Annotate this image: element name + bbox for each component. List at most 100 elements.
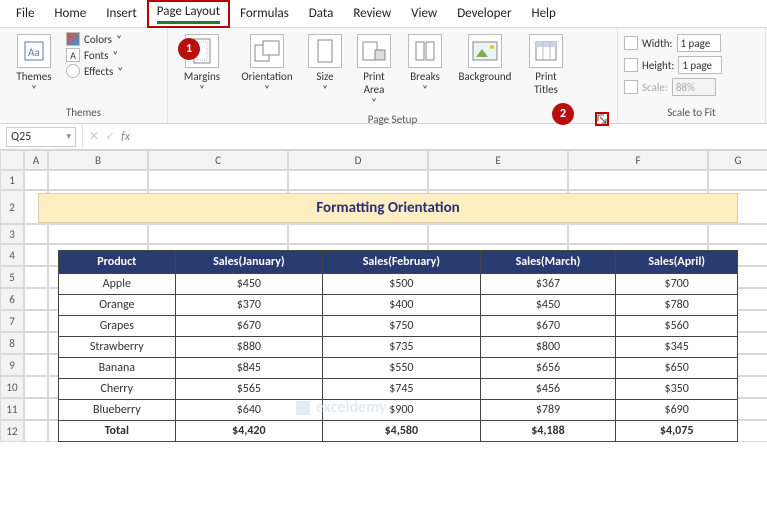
size-button[interactable]: Size˅ <box>304 32 346 98</box>
table-cell: $670 <box>175 316 323 337</box>
table-cell: $4,075 <box>616 421 738 442</box>
col-header[interactable]: F <box>568 150 708 170</box>
row-header[interactable]: 4 <box>0 244 24 266</box>
ribbon: 1 Aa Themes˅ Colors ˅ AFonts ˅ Effects ˅… <box>0 28 767 124</box>
breaks-icon <box>408 34 442 68</box>
tab-developer[interactable]: Developer <box>447 2 521 25</box>
tab-home[interactable]: Home <box>44 2 96 25</box>
cell[interactable] <box>568 170 708 190</box>
tab-help[interactable]: Help <box>521 2 565 25</box>
cell[interactable] <box>24 266 48 288</box>
cell[interactable] <box>24 332 48 354</box>
row-header[interactable]: 11 <box>0 398 24 420</box>
col-header[interactable]: D <box>288 150 428 170</box>
table-row: Strawberry$880$735$800$345 <box>59 337 738 358</box>
table-cell: $800 <box>480 337 616 358</box>
table-cell: $745 <box>323 379 481 400</box>
col-header[interactable]: E <box>428 150 568 170</box>
cell[interactable] <box>48 170 148 190</box>
cell[interactable] <box>24 376 48 398</box>
height-select[interactable]: 1 page <box>678 56 722 74</box>
cell[interactable] <box>148 170 288 190</box>
orientation-button[interactable]: Orientation˅ <box>234 32 300 98</box>
cell[interactable] <box>708 170 767 190</box>
print-area-icon <box>357 34 391 68</box>
col-header[interactable]: G <box>708 150 767 170</box>
tab-file[interactable]: File <box>6 2 44 25</box>
cell[interactable] <box>148 224 288 244</box>
table-cell: $560 <box>616 316 738 337</box>
formula-enter: ✓ <box>105 129 115 144</box>
table-cell: $4,420 <box>175 421 323 442</box>
cell[interactable] <box>24 170 48 190</box>
group-label-page-setup: Page Setup 2 <box>174 111 611 128</box>
callout-1: 1 <box>178 38 200 60</box>
tab-review[interactable]: Review <box>343 2 401 25</box>
table-cell: $400 <box>323 295 481 316</box>
print-titles-button[interactable]: Print Titles <box>522 32 570 98</box>
col-header[interactable]: C <box>148 150 288 170</box>
effects-button[interactable]: Effects ˅ <box>66 64 123 78</box>
cell[interactable] <box>48 224 148 244</box>
tab-data[interactable]: Data <box>299 2 344 25</box>
table-header: Sales(March) <box>480 251 616 274</box>
cell[interactable] <box>24 310 48 332</box>
row-header[interactable]: 2 <box>0 190 24 224</box>
select-all[interactable] <box>0 150 24 170</box>
table-cell: $450 <box>480 295 616 316</box>
cell[interactable] <box>428 224 568 244</box>
row-header[interactable]: 3 <box>0 224 24 244</box>
row-header[interactable]: 8 <box>0 332 24 354</box>
row-header[interactable]: 1 <box>0 170 24 190</box>
fx-icon[interactable]: fx <box>121 130 130 144</box>
row-header[interactable]: 7 <box>0 310 24 332</box>
width-select[interactable]: 1 page <box>677 34 721 52</box>
tab-insert[interactable]: Insert <box>96 2 147 25</box>
cell[interactable] <box>428 170 568 190</box>
table-cell: Banana <box>59 358 176 379</box>
callout-2: 2 <box>552 103 574 125</box>
colors-button[interactable]: Colors ˅ <box>66 32 123 46</box>
row-header[interactable]: 9 <box>0 354 24 376</box>
themes-button[interactable]: Aa Themes˅ <box>6 32 62 98</box>
group-page-setup: Margins˅ Orientation˅ Size˅ Print Area˅ … <box>168 28 618 123</box>
cell[interactable] <box>708 224 767 244</box>
page-setup-dialog-launcher[interactable] <box>595 112 609 126</box>
table-cell: $640 <box>175 400 323 421</box>
breaks-button[interactable]: Breaks˅ <box>402 32 448 98</box>
col-header[interactable]: B <box>48 150 148 170</box>
cell[interactable] <box>568 224 708 244</box>
tab-page-layout[interactable]: Page Layout <box>147 0 230 28</box>
cell[interactable] <box>288 170 428 190</box>
cell[interactable] <box>288 224 428 244</box>
tab-view[interactable]: View <box>401 2 447 25</box>
row-header[interactable]: 5 <box>0 266 24 288</box>
row-header[interactable]: 10 <box>0 376 24 398</box>
cell[interactable] <box>24 224 48 244</box>
svg-text:Aa: Aa <box>28 46 40 59</box>
table-cell: $789 <box>480 400 616 421</box>
row-header[interactable]: 6 <box>0 288 24 310</box>
cell[interactable] <box>24 354 48 376</box>
col-header[interactable]: A <box>24 150 48 170</box>
cell[interactable] <box>24 398 48 420</box>
cell[interactable] <box>24 244 48 266</box>
table-cell: $4,188 <box>480 421 616 442</box>
name-box[interactable]: Q25▾ <box>6 127 76 147</box>
background-button[interactable]: Background <box>452 32 518 85</box>
tab-formulas[interactable]: Formulas <box>230 2 299 25</box>
table-cell: $350 <box>616 379 738 400</box>
height-label: Height: <box>642 59 674 72</box>
group-scale-to-fit: Width:1 page Height:1 page Scale:88% Sca… <box>618 28 766 123</box>
formula-input[interactable] <box>136 127 767 147</box>
table-cell: $345 <box>616 337 738 358</box>
fonts-button[interactable]: AFonts ˅ <box>66 48 123 62</box>
cell[interactable] <box>24 420 48 442</box>
table-cell: Cherry <box>59 379 176 400</box>
row-header[interactable]: 12 <box>0 420 24 442</box>
print-area-button[interactable]: Print Area˅ <box>350 32 398 111</box>
table-cell: Blueberry <box>59 400 176 421</box>
cell[interactable] <box>24 288 48 310</box>
table-total-row: Total$4,420$4,580$4,188$4,075 <box>59 421 738 442</box>
table-row: Orange$370$400$450$780 <box>59 295 738 316</box>
